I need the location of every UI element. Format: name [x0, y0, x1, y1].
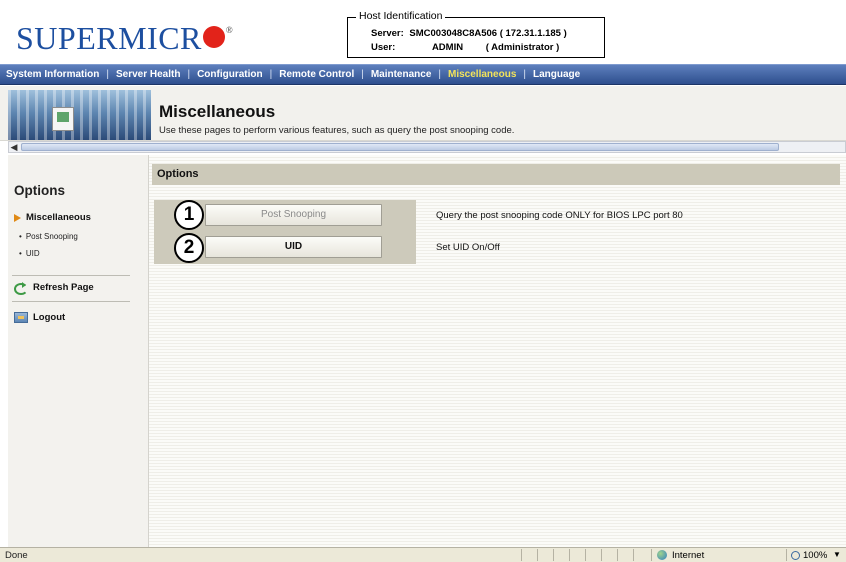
nav-miscellaneous[interactable]: Miscellaneous | [448, 69, 533, 80]
header: SUPERMICR ® Host Identification Server: S… [0, 0, 846, 64]
host-identification-title: Host Identification [356, 10, 446, 22]
callout-marker-1: 1 [174, 200, 204, 230]
refresh-page-link[interactable]: Refresh Page [14, 282, 94, 295]
section-header: Options [152, 164, 840, 185]
refresh-icon [14, 282, 28, 295]
nav-language[interactable]: Language [533, 69, 580, 80]
nav-server-health[interactable]: Server Health | [116, 69, 197, 80]
sidebar-item-miscellaneous[interactable]: Miscellaneous [14, 212, 91, 223]
user-role: ( Administrator ) [485, 42, 560, 53]
expand-arrow-icon [14, 213, 21, 222]
document-icon [52, 107, 74, 131]
page-description: Use these pages to perform various featu… [159, 125, 515, 136]
main-nav: System Information | Server Health | Confi… [0, 64, 846, 85]
zoom-icon [791, 550, 800, 560]
zoom-level[interactable]: 100% [803, 550, 827, 561]
server-value: SMC003048C8A506 ( 172.31.1.185 ) [409, 28, 567, 39]
sidebar-title: Options [14, 183, 65, 198]
nav-separator: | [361, 69, 364, 80]
logo-dot-icon [202, 26, 225, 48]
user-value: ADMIN [431, 42, 464, 53]
nav-system-information[interactable]: System Information | [6, 69, 116, 80]
page-title: Miscellaneous [159, 102, 276, 121]
post-snooping-button[interactable]: Post Snooping [205, 204, 382, 226]
logout-link[interactable]: Logout [14, 312, 65, 323]
supermicro-logo: SUPERMICR ® [16, 20, 233, 57]
nav-separator: | [269, 69, 273, 80]
server-label: Server: [371, 28, 404, 39]
user-row: User: ADMIN ( Administrator ) [371, 42, 559, 53]
sidebar-item-uid[interactable]: UID [19, 249, 40, 258]
nav-separator: | [187, 69, 191, 80]
zoom-control[interactable]: 100% [786, 549, 827, 561]
nav-separator: | [106, 69, 109, 80]
security-zone: Internet [651, 549, 771, 561]
host-identification-box: Host Identification Server: SMC003048C8A… [347, 10, 605, 58]
left-sidebar: Options Miscellaneous Post Snooping UID … [8, 155, 149, 547]
server-row: Server: SMC003048C8A506 ( 172.31.1.185 ) [371, 28, 567, 39]
logout-icon [14, 312, 28, 323]
sidebar-divider [12, 301, 130, 302]
sidebar-divider [12, 275, 130, 276]
horizontal-scrollbar[interactable]: ◀ [8, 141, 846, 153]
zoom-dropdown-arrow-icon[interactable]: ▼ [833, 550, 841, 559]
section-title: Options [157, 168, 199, 180]
scrollbar-thumb[interactable] [21, 143, 779, 151]
uid-description: Set UID On/Off [436, 242, 500, 253]
sidebar-item-post-snooping[interactable]: Post Snooping [19, 232, 78, 241]
nav-remote-control[interactable]: Remote Control | [279, 69, 371, 80]
sidebar-item-label[interactable]: Miscellaneous [26, 212, 91, 223]
globe-icon [657, 550, 667, 560]
main-content: Options 1 Post Snooping 2 UID Query the … [149, 155, 846, 547]
uid-button[interactable]: UID [205, 236, 382, 258]
logo-registered: ® [225, 25, 234, 35]
refresh-page-label[interactable]: Refresh Page [33, 282, 94, 293]
post-snooping-description: Query the post snooping code ONLY for BI… [436, 210, 683, 221]
user-label: User: [371, 42, 396, 53]
status-text: Done [5, 550, 28, 561]
zone-label: Internet [672, 549, 705, 561]
nav-separator: | [438, 69, 442, 80]
options-panel: 1 Post Snooping 2 UID [154, 200, 416, 264]
nav-configuration[interactable]: Configuration | [197, 69, 279, 80]
callout-marker-2: 2 [174, 233, 204, 263]
server-room-banner-image [8, 90, 151, 140]
nav-separator: | [523, 69, 526, 80]
logo-text: SUPERMICR [16, 20, 202, 56]
browser-status-bar: Done Internet 100% ▼ [0, 547, 846, 562]
status-cells [521, 549, 649, 561]
nav-maintenance[interactable]: Maintenance | [371, 69, 448, 80]
logout-label[interactable]: Logout [33, 312, 65, 323]
page-banner: Miscellaneous Use these pages to perform… [0, 86, 846, 141]
scroll-left-arrow-icon[interactable]: ◀ [9, 142, 19, 152]
